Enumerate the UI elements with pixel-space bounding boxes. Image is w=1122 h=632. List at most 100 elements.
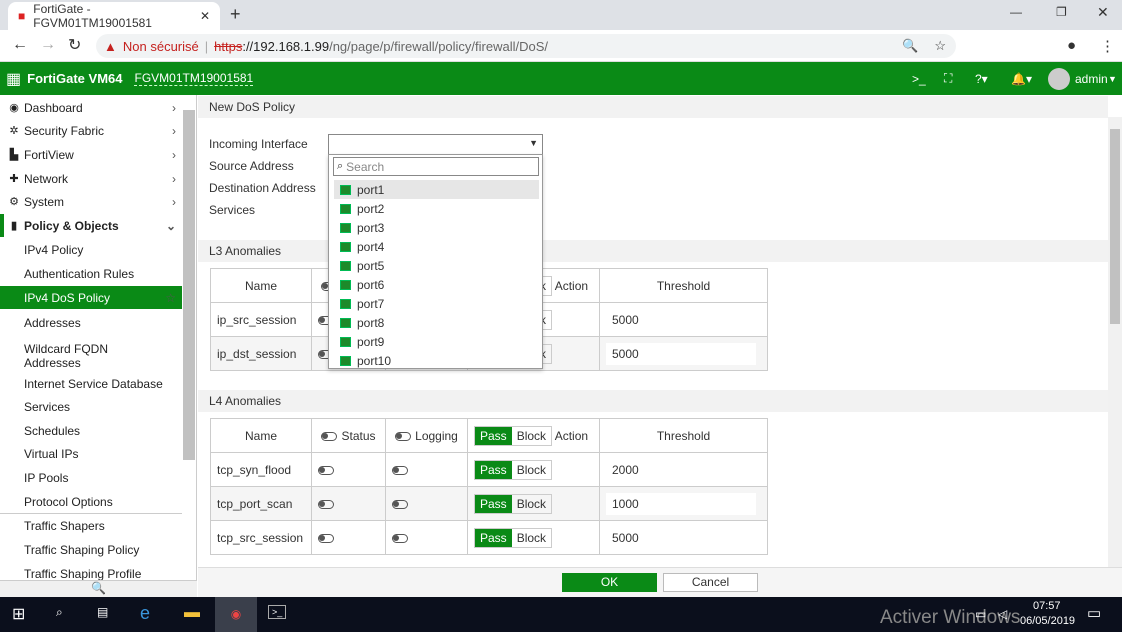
interface-option[interactable]: port2 xyxy=(334,199,539,218)
sidebar-item[interactable]: Internet Service Database xyxy=(0,372,182,395)
logging-toggle[interactable] xyxy=(392,465,408,475)
notifications-icon[interactable]: ▭ xyxy=(1087,604,1101,622)
block-option[interactable]: Block xyxy=(512,529,551,547)
sidebar-item[interactable]: Wildcard FQDN Addresses xyxy=(0,341,182,371)
maximize-icon[interactable]: ❐ xyxy=(1056,5,1067,19)
sidebar-item[interactable]: ▙ FortiView › xyxy=(0,143,182,166)
search-icon[interactable]: 🔍 xyxy=(91,581,106,595)
sidebar-item[interactable]: IPv4 DoS Policy ☆ xyxy=(0,286,182,309)
col-status[interactable]: Status xyxy=(311,418,386,453)
avatar[interactable] xyxy=(1048,68,1070,90)
pass-block-toggle[interactable]: PassBlock xyxy=(474,459,553,480)
sidebar-item[interactable]: Virtual IPs xyxy=(0,442,182,465)
interface-option[interactable]: port6 xyxy=(334,275,539,294)
pass-option[interactable]: Pass xyxy=(475,528,512,547)
close-window-icon[interactable]: ✕ xyxy=(1097,4,1109,21)
logging-toggle[interactable] xyxy=(392,533,408,543)
sidebar-item[interactable]: Schedules xyxy=(0,419,182,442)
interface-option[interactable]: port3 xyxy=(334,218,539,237)
pass-block-toggle[interactable]: PassBlock xyxy=(474,493,553,514)
sidebar-item[interactable]: IPv4 Policy xyxy=(0,238,182,261)
new-tab-icon[interactable]: + xyxy=(230,4,241,25)
logging-toggle[interactable] xyxy=(392,499,408,509)
toggle-icon[interactable] xyxy=(395,431,412,441)
url-path: /ng/page/p/firewall/policy/firewall/DoS/ xyxy=(329,38,549,54)
browser-tab[interactable]: ■ FortiGate - FGVM01TM19001581 ✕ xyxy=(8,2,220,30)
interface-option[interactable]: port10 xyxy=(334,351,539,370)
cli-console-icon[interactable]: >_ xyxy=(912,72,926,86)
content-scrollbar[interactable] xyxy=(1108,117,1122,567)
block-option[interactable]: Block xyxy=(512,461,551,479)
windows-start-icon[interactable]: ⊞ xyxy=(12,604,25,624)
clock-date[interactable]: 06/05/2019 xyxy=(1020,615,1075,627)
chevron-down-icon[interactable]: ▼ xyxy=(1108,74,1117,84)
minimize-icon[interactable]: — xyxy=(1010,5,1022,19)
bell-icon[interactable]: 🔔▾ xyxy=(1011,72,1032,86)
option-label: port7 xyxy=(357,296,385,311)
interface-option[interactable]: port8 xyxy=(334,313,539,332)
threshold-input[interactable]: 5000 xyxy=(606,526,756,549)
menu-icon[interactable]: ⋮ xyxy=(1100,37,1115,55)
threshold-input[interactable]: 5000 xyxy=(606,342,756,365)
sidebar-item[interactable]: ◉ Dashboard › xyxy=(0,96,182,119)
user-menu[interactable]: admin xyxy=(1075,72,1108,86)
threshold-input[interactable]: 2000 xyxy=(606,458,756,481)
sidebar-item[interactable]: Protocol Options xyxy=(0,490,182,513)
back-icon[interactable]: ← xyxy=(12,36,28,54)
file-explorer-icon[interactable]: ▬ xyxy=(184,604,200,622)
reload-icon[interactable]: ↻ xyxy=(68,35,81,55)
threshold-input[interactable]: 1000 xyxy=(606,492,756,515)
status-toggle[interactable] xyxy=(318,465,334,475)
interface-option[interactable]: port9 xyxy=(334,332,539,351)
sidebar-item[interactable]: ✲ Security Fabric › xyxy=(0,119,182,142)
cancel-button[interactable]: Cancel xyxy=(663,573,758,592)
task-view-icon[interactable]: ▤ xyxy=(97,605,108,619)
search-icon[interactable]: ⌕ xyxy=(56,605,63,620)
pass-option[interactable]: Pass xyxy=(475,494,512,513)
block-option[interactable]: Block xyxy=(512,495,551,513)
status-toggle[interactable] xyxy=(318,533,334,543)
sidebar-item[interactable]: Services xyxy=(0,395,182,418)
col-logging[interactable]: Logging xyxy=(385,418,468,453)
sidebar-item[interactable]: ✚ Network › xyxy=(0,167,182,190)
fullscreen-icon[interactable]: ⛶ xyxy=(944,71,952,86)
sidebar-item[interactable]: Traffic Shaping Policy xyxy=(0,538,182,561)
sidebar-item[interactable]: Addresses xyxy=(0,311,182,334)
profile-icon[interactable]: ● xyxy=(1067,37,1076,54)
close-tab-icon[interactable]: ✕ xyxy=(200,9,210,23)
block-option[interactable]: Block xyxy=(512,427,551,445)
network-icon[interactable]: ▭ xyxy=(975,607,986,621)
interface-option[interactable]: port1 xyxy=(334,180,539,199)
bookmark-star-icon[interactable]: ☆ xyxy=(934,38,946,54)
toggle-icon[interactable] xyxy=(321,431,338,441)
pass-option[interactable]: Pass xyxy=(475,460,512,479)
pass-block-toggle[interactable]: PassBlock xyxy=(474,527,553,548)
interface-option[interactable]: port7 xyxy=(334,294,539,313)
volume-icon[interactable]: ◁ xyxy=(998,607,1007,621)
zoom-icon[interactable]: 🔍 xyxy=(902,38,918,54)
help-icon[interactable]: ?▾ xyxy=(975,72,988,86)
status-toggle[interactable] xyxy=(318,499,334,509)
favorite-star-icon[interactable]: ☆ xyxy=(165,291,176,305)
chrome-icon[interactable]: ◉ xyxy=(215,597,257,632)
sidebar-item[interactable]: ⚙ System › xyxy=(0,190,182,213)
threshold-input[interactable]: 5000 xyxy=(606,308,756,331)
pass-option[interactable]: Pass xyxy=(475,426,512,445)
edge-icon[interactable]: e xyxy=(140,603,150,624)
serial-number[interactable]: FGVM01TM19001581 xyxy=(134,71,254,86)
clock-time[interactable]: 07:57 xyxy=(1033,600,1061,612)
pass-block-toggle[interactable]: PassBlock xyxy=(474,425,553,446)
sidebar-scrollbar[interactable] xyxy=(183,110,195,460)
dropdown-search-input[interactable]: ⌕ Search xyxy=(333,157,539,176)
forward-icon[interactable]: → xyxy=(40,36,56,54)
sidebar-item[interactable]: ▮ Policy & Objects ⌄ xyxy=(0,214,182,237)
sidebar-item[interactable]: IP Pools xyxy=(0,466,182,489)
sidebar-item[interactable]: Traffic Shapers xyxy=(0,514,182,537)
ok-button[interactable]: OK xyxy=(562,573,657,592)
interface-option[interactable]: port4 xyxy=(334,237,539,256)
sidebar-item[interactable]: Authentication Rules xyxy=(0,262,182,285)
incoming-interface-select[interactable]: ▼ xyxy=(328,134,543,155)
terminal-icon[interactable]: >_ xyxy=(268,605,287,619)
url-input[interactable]: ▲ Non sécurisé | https ://192.168.1.99 /… xyxy=(96,34,956,58)
interface-option[interactable]: port5 xyxy=(334,256,539,275)
